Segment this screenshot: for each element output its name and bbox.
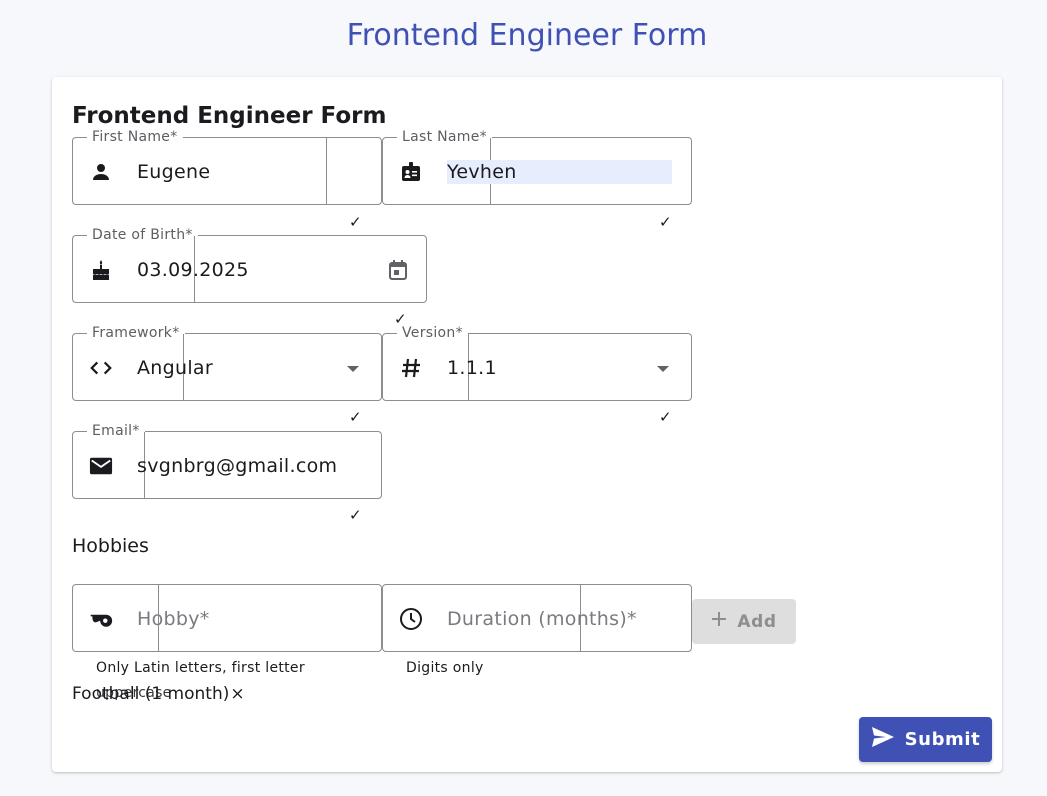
date-of-birth-label: Date of Birth* [87, 227, 198, 243]
send-icon [871, 726, 895, 753]
first-name-valid-mark: ✓ [349, 213, 362, 231]
email-value: svgnbrg@gmail.com [137, 455, 338, 477]
mail-icon [89, 454, 113, 478]
version-valid-mark: ✓ [659, 408, 672, 426]
hobby-input[interactable]: Hobby* [72, 584, 382, 652]
plus-icon [711, 611, 727, 632]
form-heading: Frontend Engineer Form [72, 103, 387, 129]
last-name-field[interactable]: Last Name* Yevhen [382, 129, 692, 205]
last-name-value: Yevhen [447, 160, 672, 184]
last-name-valid-mark: ✓ [659, 213, 672, 231]
version-select[interactable]: Version* 1.1.1 [382, 325, 692, 401]
duration-input[interactable]: Duration (months)* [382, 584, 692, 652]
cake-icon [89, 258, 113, 282]
framework-select[interactable]: Framework* Angular [72, 325, 382, 401]
page-title: Frontend Engineer Form [346, 18, 708, 53]
framework-dropdown-arrow-icon[interactable] [341, 356, 365, 380]
first-name-value: Eugene [137, 161, 211, 183]
date-of-birth-field[interactable]: Date of Birth* 03.09.2025 [72, 227, 427, 303]
hobby-item-text: Football (1 month) [72, 684, 230, 704]
first-name-field[interactable]: First Name* Eugene [72, 129, 382, 205]
first-name-label: First Name* [87, 129, 183, 145]
hobby-list-item: Football (1 month) × [72, 684, 245, 704]
badge-icon [399, 160, 423, 184]
add-hobby-button[interactable]: Add [692, 599, 796, 644]
framework-label: Framework* [87, 325, 185, 341]
calendar-icon[interactable] [386, 258, 410, 282]
person-icon [89, 160, 113, 184]
submit-button[interactable]: Submit [859, 717, 992, 762]
version-dropdown-arrow-icon[interactable] [651, 356, 675, 380]
hobby-hint: Only Latin letters, first letter [96, 660, 305, 676]
code-icon [89, 356, 113, 380]
email-valid-mark: ✓ [349, 506, 362, 524]
form-card: Frontend Engineer Form First Name* Eugen… [52, 77, 1002, 772]
date-of-birth-value: 03.09.2025 [137, 259, 249, 281]
hobby-remove-icon[interactable]: × [230, 684, 244, 704]
email-field[interactable]: Email* svgnbrg@gmail.com [72, 423, 382, 499]
email-label: Email* [87, 423, 145, 439]
submit-button-label: Submit [904, 729, 981, 750]
duration-input-placeholder: Duration (months)* [447, 608, 637, 630]
clock-icon [399, 607, 423, 631]
last-name-label: Last Name* [397, 129, 492, 145]
add-button-label: Add [737, 611, 777, 632]
hash-icon [399, 356, 423, 380]
hobbies-section-label: Hobbies [72, 535, 149, 557]
whistle-icon [89, 607, 113, 631]
hobby-input-placeholder: Hobby* [137, 608, 210, 630]
framework-valid-mark: ✓ [349, 408, 362, 426]
framework-value: Angular [137, 357, 213, 379]
duration-hint: Digits only [406, 660, 484, 676]
version-value: 1.1.1 [447, 357, 497, 379]
version-label: Version* [397, 325, 468, 341]
